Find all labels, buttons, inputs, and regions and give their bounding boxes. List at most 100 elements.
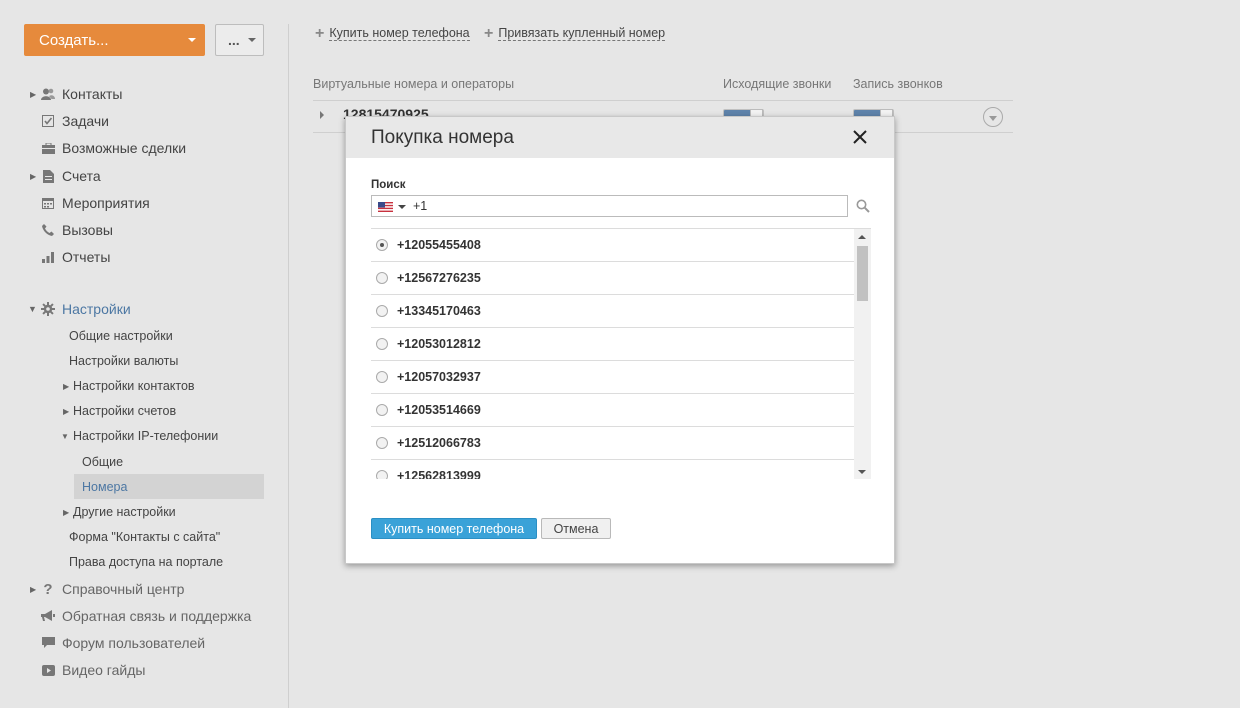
radio-button[interactable] xyxy=(376,305,388,317)
sidebar-subitem-portal-access-rights[interactable]: Права доступа на портале xyxy=(69,552,223,572)
sidebar-item-reports[interactable]: Отчеты xyxy=(24,246,110,268)
sidebar-item-video-guides[interactable]: Видео гайды xyxy=(24,659,145,681)
sidebar-item-tasks[interactable]: Задачи xyxy=(24,110,109,132)
collapse-arrow-icon[interactable]: ▼ xyxy=(61,432,73,441)
list-item[interactable]: +12057032937 xyxy=(371,361,854,394)
sidebar-item-invoices[interactable]: ▶ Счета xyxy=(24,165,101,187)
sidebar-subitem-voip-general[interactable]: Общие xyxy=(82,452,123,472)
list-item[interactable]: +12512066783 xyxy=(371,427,854,460)
scrollbar-thumb[interactable] xyxy=(857,246,868,301)
link-purchased-number-link[interactable]: + Привязать купленный номер xyxy=(484,24,666,42)
sidebar-subitem-label: Настройки валюты xyxy=(69,354,179,368)
sidebar-subitem-voip-numbers[interactable]: Номера xyxy=(74,474,264,499)
phone-number: +12055455408 xyxy=(397,238,481,252)
phone-number: +12053514669 xyxy=(397,403,481,417)
radio-button[interactable] xyxy=(376,437,388,449)
sidebar-subitem-label: Общие настройки xyxy=(69,329,173,343)
phone-number: +13345170463 xyxy=(397,304,481,318)
question-icon: ? xyxy=(43,580,53,598)
sidebar-subitem-currency-settings[interactable]: Настройки валюты xyxy=(69,351,178,371)
phone-number: +12057032937 xyxy=(397,370,481,384)
us-flag-icon[interactable] xyxy=(378,202,393,212)
column-header-numbers: Виртуальные номера и операторы xyxy=(313,77,515,91)
sidebar-item-label: Обратная связь и поддержка xyxy=(62,608,252,624)
expand-arrow-icon[interactable] xyxy=(320,111,324,119)
create-button-label: Создать... xyxy=(39,31,109,49)
sidebar-item-label: Вызовы xyxy=(62,222,113,238)
radio-button[interactable] xyxy=(376,272,388,284)
list-item[interactable]: +12053514669 xyxy=(371,394,854,427)
scroll-up-icon[interactable] xyxy=(858,235,866,239)
column-header-call-recording: Запись звонков xyxy=(853,77,943,91)
phone-number: +12567276235 xyxy=(397,271,481,285)
close-icon[interactable] xyxy=(852,129,868,145)
expand-arrow-icon[interactable]: ▶ xyxy=(24,172,38,181)
cancel-button[interactable]: Отмена xyxy=(541,518,611,539)
invoices-icon xyxy=(38,169,58,183)
expand-arrow-icon[interactable]: ▶ xyxy=(63,382,73,391)
buy-number-link-label: Купить номер телефона xyxy=(329,26,470,41)
expand-arrow-icon[interactable]: ▶ xyxy=(24,585,38,594)
buy-number-button[interactable]: Купить номер телефона xyxy=(371,518,537,539)
radio-button[interactable] xyxy=(376,338,388,350)
table-header-divider xyxy=(313,100,1013,101)
plus-icon: + xyxy=(484,24,494,42)
row-menu-button[interactable] xyxy=(983,107,1003,127)
sidebar-item-label: Возможные сделки xyxy=(62,140,187,156)
sidebar-subitem-general-settings[interactable]: Общие настройки xyxy=(69,326,173,346)
search-label: Поиск xyxy=(371,179,406,191)
more-actions-button[interactable]: ... xyxy=(215,24,264,56)
search-input[interactable] xyxy=(413,199,833,213)
sidebar-subitem-label: Настройки контактов xyxy=(73,379,195,393)
contacts-icon xyxy=(38,88,58,100)
radio-button[interactable] xyxy=(376,239,388,251)
phone-icon xyxy=(38,224,58,236)
sidebar-subitem-other-settings[interactable]: ▶ Другие настройки xyxy=(63,502,176,522)
column-header-outgoing-calls: Исходящие звонки xyxy=(723,77,832,91)
radio-button[interactable] xyxy=(376,371,388,383)
country-dropdown-icon[interactable] xyxy=(398,205,406,209)
sidebar-item-label: Контакты xyxy=(62,86,123,102)
buy-number-link[interactable]: + Купить номер телефона xyxy=(315,24,470,42)
sidebar-item-help-center[interactable]: ▶ ? Справочный центр xyxy=(24,578,184,600)
buy-number-dialog: Покупка номера Поиск +12055455408 +12567… xyxy=(345,116,895,564)
list-item[interactable]: +12055455408 xyxy=(371,229,854,262)
create-button[interactable]: Создать... xyxy=(24,24,205,56)
sidebar-item-label: Форум пользователей xyxy=(62,635,206,651)
list-item[interactable]: +12053012812 xyxy=(371,328,854,361)
expand-arrow-icon[interactable]: ▶ xyxy=(63,407,73,416)
expand-arrow-icon[interactable]: ▶ xyxy=(24,90,38,99)
reports-icon xyxy=(38,251,58,263)
sidebar-item-events[interactable]: Мероприятия xyxy=(24,192,150,214)
sidebar-item-user-forum[interactable]: Форум пользователей xyxy=(24,632,205,654)
sidebar-item-label: Отчеты xyxy=(62,249,111,265)
radio-button[interactable] xyxy=(376,470,388,479)
number-list[interactable]: +12055455408 +12567276235 +13345170463 +… xyxy=(371,228,871,479)
radio-button[interactable] xyxy=(376,404,388,416)
sidebar-subitem-invoice-settings[interactable]: ▶ Настройки счетов xyxy=(63,401,176,421)
search-field[interactable] xyxy=(371,195,848,217)
sidebar-subitem-label: Настройки счетов xyxy=(73,404,177,418)
more-button-label: ... xyxy=(228,32,240,48)
collapse-arrow-icon[interactable]: ▼ xyxy=(24,304,38,314)
list-item[interactable]: +13345170463 xyxy=(371,295,854,328)
sidebar-subitem-contact-settings[interactable]: ▶ Настройки контактов xyxy=(63,376,195,396)
expand-arrow-icon[interactable]: ▶ xyxy=(63,508,73,517)
scrollbar[interactable] xyxy=(854,229,871,479)
sidebar-subitem-website-contact-form[interactable]: Форма "Контакты с сайта" xyxy=(69,527,220,547)
scroll-down-icon[interactable] xyxy=(858,470,866,474)
sidebar-item-deals[interactable]: Возможные сделки xyxy=(24,137,186,159)
list-item[interactable]: +12562813999 xyxy=(371,460,854,479)
sidebar-item-settings[interactable]: ▼ Настройки xyxy=(24,298,131,320)
sidebar-divider xyxy=(288,24,289,708)
sidebar-item-calls[interactable]: Вызовы xyxy=(24,219,113,241)
list-item[interactable]: +12567276235 xyxy=(371,262,854,295)
sidebar-subitem-voip-settings[interactable]: ▼ Настройки IP-телефонии xyxy=(61,426,218,446)
sidebar-subitem-label: Номера xyxy=(82,479,128,494)
sidebar-subitem-label: Общие xyxy=(82,455,124,469)
sidebar-item-label: Мероприятия xyxy=(62,195,150,211)
sidebar-item-feedback[interactable]: Обратная связь и поддержка xyxy=(24,605,251,627)
search-icon[interactable] xyxy=(856,199,870,213)
plus-icon: + xyxy=(315,24,325,42)
sidebar-item-contacts[interactable]: ▶ Контакты xyxy=(24,83,122,105)
